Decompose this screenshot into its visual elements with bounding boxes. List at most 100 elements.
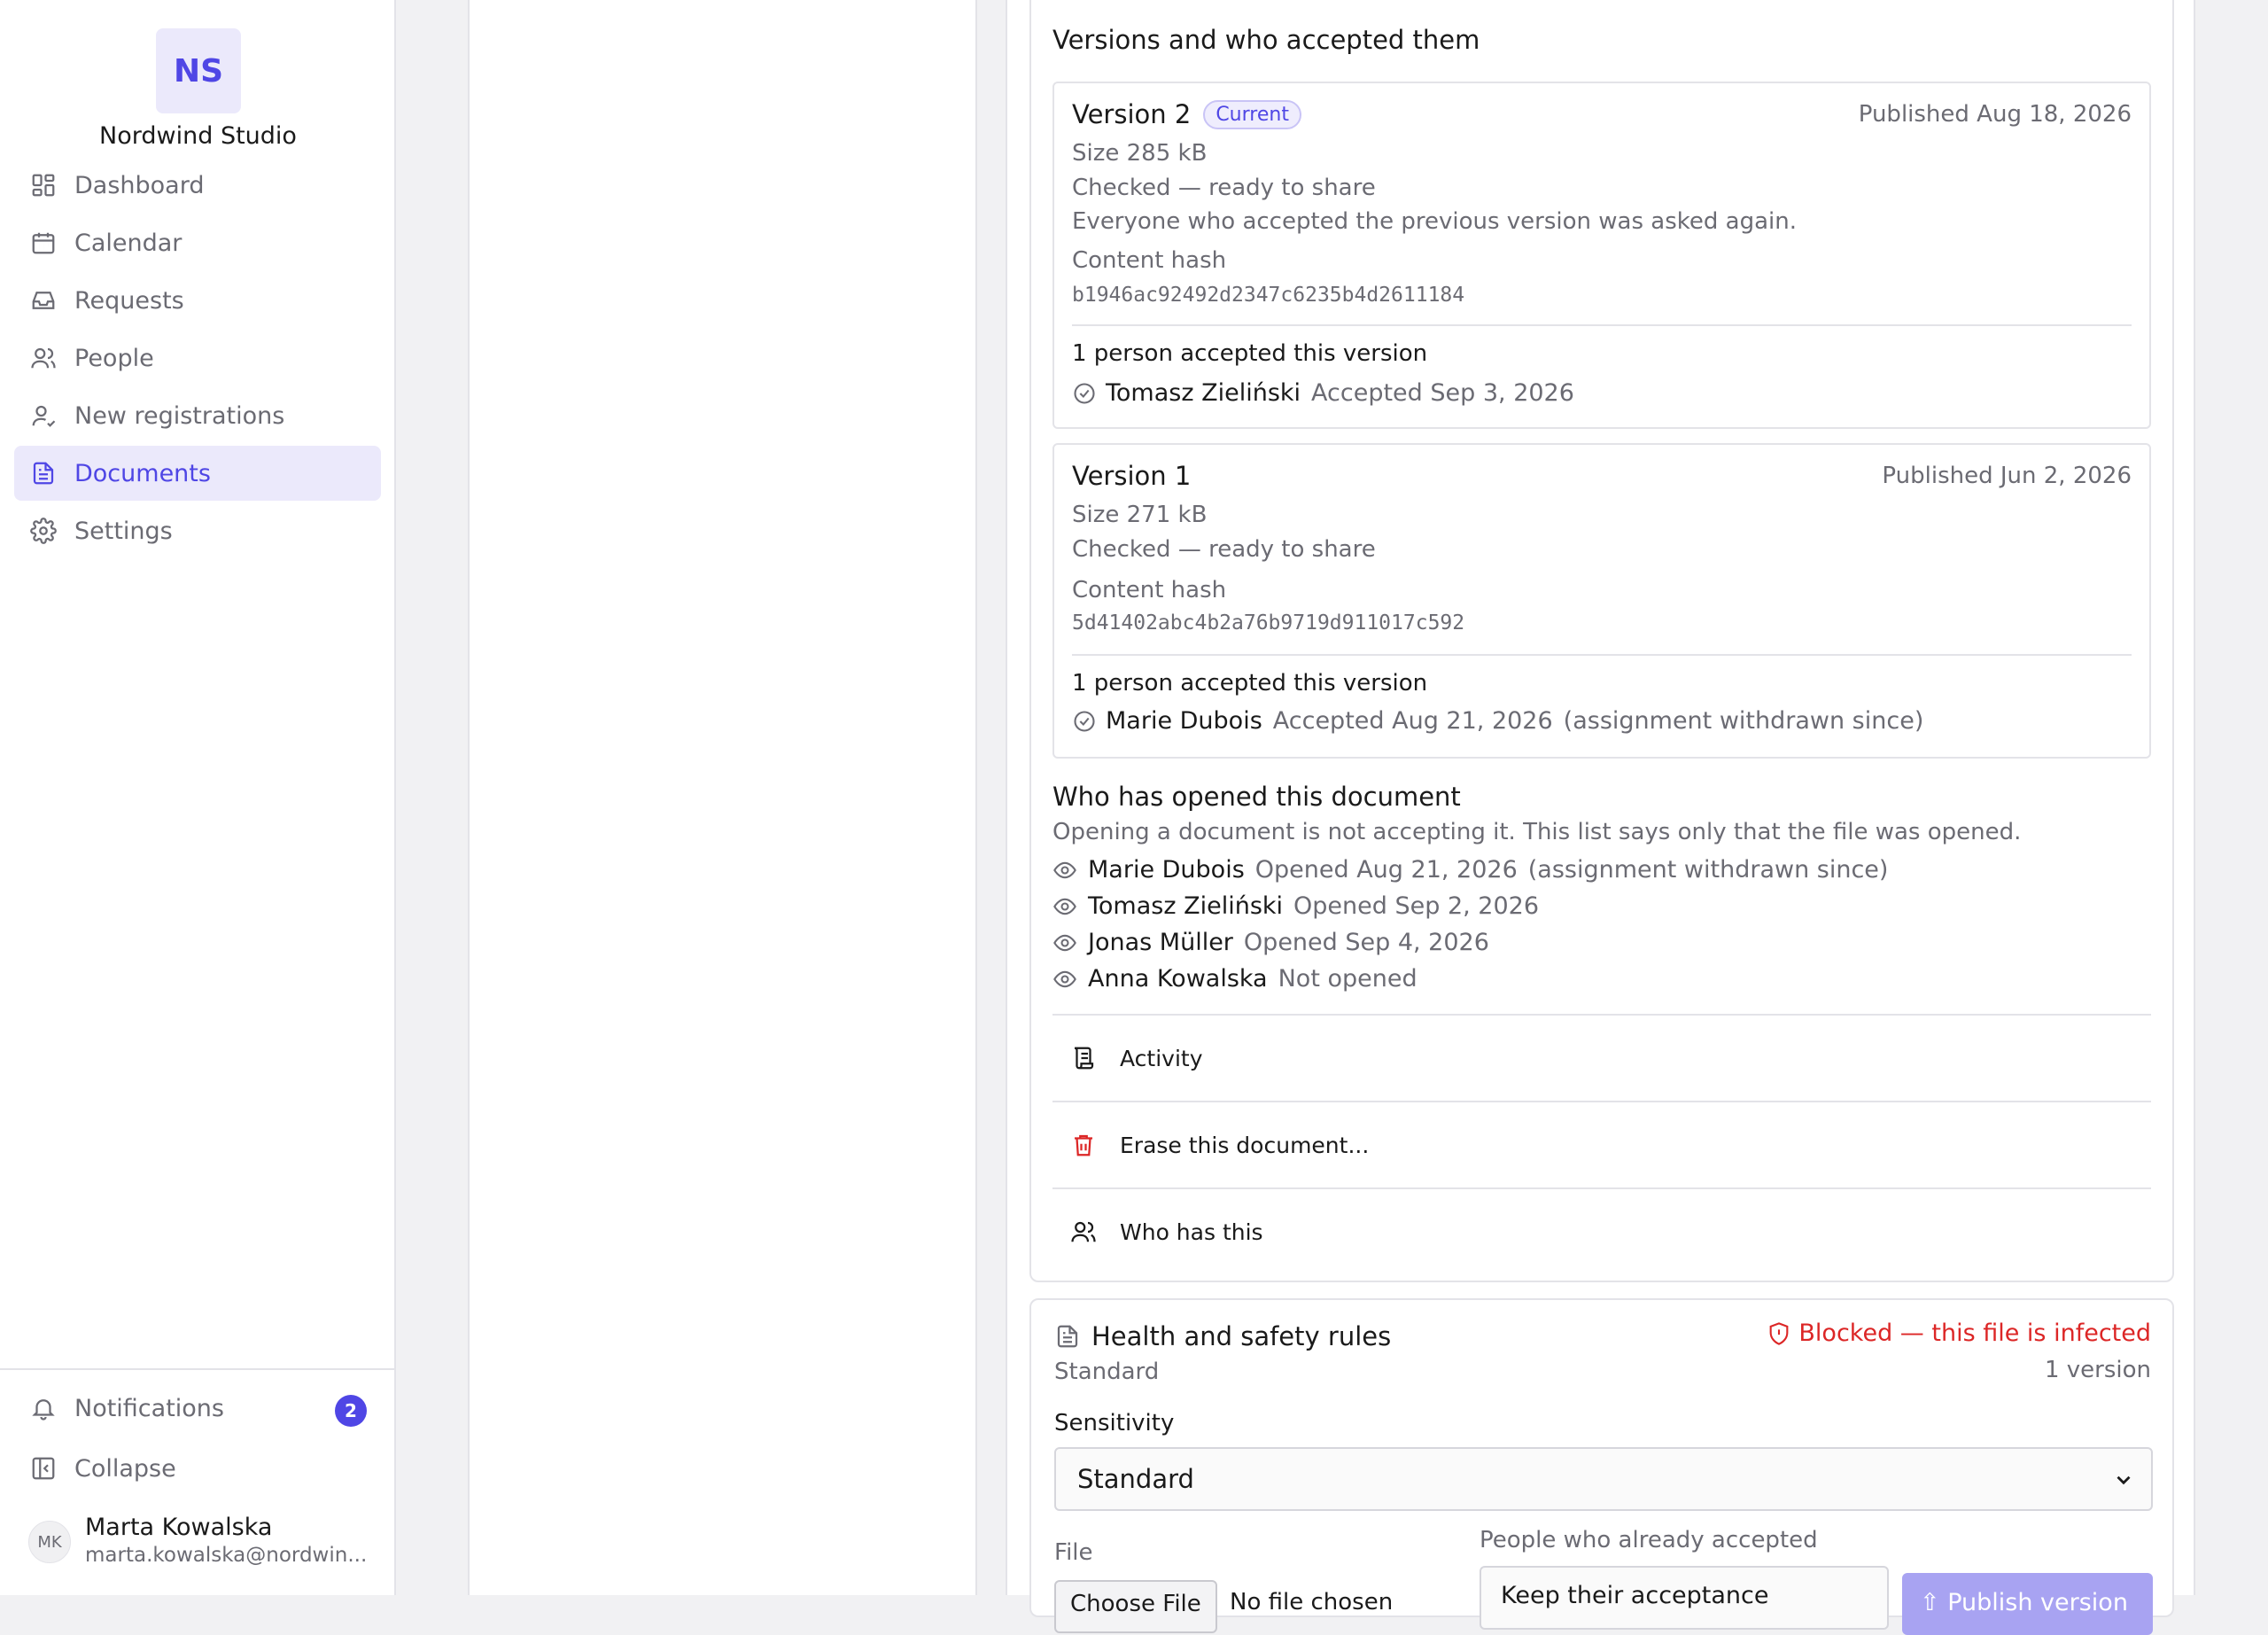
document-icon (28, 458, 58, 488)
publish-version-button[interactable]: ⇧ Publish version (1902, 1573, 2153, 1635)
sidebar-item-new-registrations[interactable]: New registrations (14, 388, 381, 443)
content-hash-value: b1946ac92492d2347c6235b4d2611184 (1072, 284, 1465, 307)
divider (1072, 654, 2132, 656)
notifications-label: Notifications (74, 1394, 224, 1422)
opened-date: Not opened (1278, 965, 1418, 993)
version-size: Size 285 kB (1072, 140, 1208, 167)
accepted-count: 1 person accepted this version (1072, 340, 1428, 367)
version-title: Version 2 Current (1072, 99, 1301, 129)
sensitivity-label: Sensitivity (1054, 1410, 1175, 1436)
sidebar-bottom-divider (0, 1368, 396, 1370)
sidebar-item-calendar[interactable]: Calendar (14, 215, 381, 270)
inbox-icon (28, 285, 58, 315)
acceptance-row: Tomasz Zieliński Accepted Sep 3, 2026 (1072, 379, 1574, 407)
sidebar-item-label: People (74, 344, 154, 372)
brand-logo[interactable]: NS (156, 28, 241, 113)
activity-label: Activity (1120, 1045, 1203, 1071)
avatar[interactable]: MK (28, 1521, 71, 1563)
acceptance-name: Tomasz Zieliński (1106, 379, 1301, 407)
dashboard-icon (28, 170, 58, 200)
content-hash-value: 5d41402abc4b2a76b9719d911017c592 (1072, 611, 1465, 635)
acceptance-row: Marie Dubois Accepted Aug 21, 2026 (assi… (1072, 707, 1923, 735)
document-icon (1057, 1325, 1078, 1348)
version-count: 1 version (2044, 1357, 2151, 1383)
sensitivity-select[interactable]: Standard (1054, 1447, 2153, 1511)
opened-name: Marie Dubois (1088, 856, 1245, 884)
document-card: Health and safety rules Blocked — this f… (1029, 1298, 2174, 1635)
version-published: Published Jun 2, 2026 (1882, 463, 2132, 489)
version-published: Published Aug 18, 2026 (1858, 101, 2132, 128)
collapse-sidebar-icon (28, 1453, 58, 1483)
sidebar: NS Nordwind Studio Dashboard Calendar Re… (0, 0, 396, 1595)
sidebar-item-label: Requests (74, 286, 184, 315)
version-title-text: Version 2 (1072, 99, 1192, 129)
upload-icon: ⇧ (1920, 1589, 1948, 1616)
infected-status: Blocked — this file is infected (1767, 1320, 2151, 1347)
sidebar-item-label: Calendar (74, 229, 183, 257)
version-size: Size 271 kB (1072, 502, 1208, 528)
sidebar-item-settings[interactable]: Settings (14, 503, 381, 558)
choose-file-button[interactable]: Choose File (1054, 1580, 1217, 1633)
collapse-label: Collapse (74, 1454, 176, 1483)
document-title[interactable]: Health and safety rules (1054, 1321, 1391, 1351)
opened-row: Tomasz Zieliński Opened Sep 2, 2026 (1052, 892, 1539, 920)
content-hash-label: Content hash (1072, 577, 1227, 603)
sidebar-nav: Dashboard Calendar Requests People New r… (14, 158, 381, 561)
scroll-icon (1074, 1047, 1094, 1070)
opened-date: Opened Sep 4, 2026 (1243, 929, 1489, 956)
acceptance-date: Accepted Sep 3, 2026 (1311, 379, 1574, 407)
eye-icon (1053, 861, 1076, 878)
notifications-count-badge: 2 (335, 1395, 367, 1427)
opened-name: Jonas Müller (1088, 929, 1233, 956)
opened-section-title: Who has opened this document (1052, 782, 1461, 812)
people-icon (1071, 1221, 1096, 1242)
file-label: File (1054, 1539, 1093, 1566)
opened-row: Anna Kowalska Not opened (1052, 965, 1418, 993)
who-has-this-label: Who has this (1120, 1218, 1263, 1245)
erase-label: Erase this document... (1120, 1132, 1370, 1158)
accepted-label: People who already accepted (1480, 1527, 1818, 1553)
divider (1072, 324, 2132, 326)
current-badge: Current (1203, 99, 1301, 129)
sidebar-item-label: New registrations (74, 401, 285, 430)
brand-name: Nordwind Studio (99, 122, 297, 150)
document-list-panel (468, 0, 977, 1595)
calendar-icon (28, 228, 58, 258)
acceptance-policy-select[interactable]: Keep their acceptance (1480, 1566, 1889, 1630)
sensitivity-value: Standard (1077, 1464, 1194, 1494)
sidebar-item-label: Dashboard (74, 171, 205, 199)
collapse-button[interactable]: Collapse (28, 1453, 176, 1483)
no-file-chosen: No file chosen (1230, 1589, 1394, 1616)
version-status: Checked — ready to share (1072, 536, 1376, 563)
check-circle-icon (1074, 382, 1095, 404)
opened-section-subtitle: Opening a document is not accepting it. … (1052, 819, 2022, 845)
opened-row: Jonas Müller Opened Sep 4, 2026 (1052, 929, 1489, 956)
version-title-text: Version 1 (1072, 461, 1192, 491)
activity-button[interactable]: Activity (1052, 1014, 2151, 1101)
eye-icon (1053, 898, 1076, 915)
acceptance-name: Marie Dubois (1106, 707, 1262, 735)
acceptance-date: Accepted Aug 21, 2026 (1272, 707, 1553, 735)
version-card: Version 2 Current Published Aug 18, 2026… (1052, 82, 2151, 429)
people-icon (28, 343, 58, 373)
version-card: Version 1 Published Jun 2, 2026 Size 271… (1052, 443, 2151, 759)
opened-name: Anna Kowalska (1088, 965, 1268, 993)
sidebar-item-requests[interactable]: Requests (14, 273, 381, 328)
who-has-this-button[interactable]: Who has this (1052, 1187, 2151, 1274)
sidebar-item-people[interactable]: People (14, 331, 381, 385)
user-check-icon (28, 401, 58, 431)
chevron-down-icon (2117, 1475, 2131, 1485)
shield-alert-icon (1770, 1321, 1789, 1345)
opened-row: Marie Dubois Opened Aug 21, 2026 (assign… (1052, 856, 1888, 884)
version-status: Checked — ready to share (1072, 175, 1376, 201)
bell-icon (28, 1393, 58, 1423)
version-note: Everyone who accepted the previous versi… (1072, 208, 1797, 235)
document-title-text: Health and safety rules (1091, 1321, 1392, 1351)
sidebar-item-documents[interactable]: Documents (14, 446, 381, 501)
notifications-button[interactable]: Notifications (28, 1393, 224, 1423)
erase-document-button[interactable]: Erase this document... (1052, 1101, 2151, 1187)
gear-icon (28, 516, 58, 546)
eye-icon (1053, 970, 1076, 987)
acceptance-note: (assignment withdrawn since) (1563, 707, 1924, 735)
sidebar-item-dashboard[interactable]: Dashboard (14, 158, 381, 213)
